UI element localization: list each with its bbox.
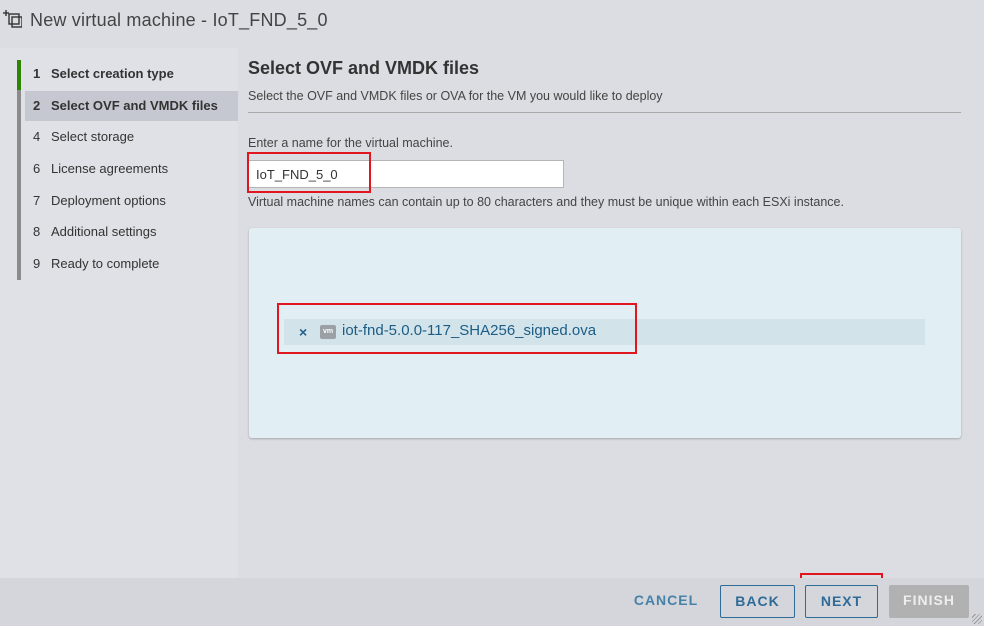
resize-grip-icon[interactable] (972, 614, 982, 624)
step-number: 1 (33, 66, 41, 81)
steps-rail (17, 60, 21, 280)
step-label: Additional settings (51, 224, 157, 239)
step-select-storage[interactable]: 4 Select storage (25, 122, 238, 152)
step-number: 4 (33, 129, 41, 144)
step-deployment-options[interactable]: 7 Deployment options (25, 186, 238, 216)
vm-name-input[interactable] (248, 160, 564, 188)
vm-file-icon: vm (320, 325, 336, 339)
step-number: 6 (33, 161, 41, 176)
step-number: 7 (33, 193, 41, 208)
title-bar: New virtual machine - IoT_FND_5_0 (0, 0, 984, 44)
new-vm-icon (3, 10, 22, 28)
step-number: 9 (33, 256, 41, 271)
header-divider (248, 112, 961, 113)
file-name: iot-fnd-5.0.0-117_SHA256_signed.ova (342, 322, 597, 339)
next-button[interactable]: NEXT (805, 585, 878, 618)
window-title: New virtual machine - IoT_FND_5_0 (30, 10, 328, 30)
step-ready-to-complete[interactable]: 9 Ready to complete (25, 249, 238, 279)
remove-file-icon[interactable]: × (299, 324, 311, 340)
back-button[interactable]: BACK (720, 585, 795, 618)
step-number: 8 (33, 224, 41, 239)
step-additional-settings[interactable]: 8 Additional settings (25, 217, 238, 247)
step-license-agreements[interactable]: 6 License agreements (25, 154, 238, 184)
step-label: Deployment options (51, 193, 166, 208)
finish-button[interactable]: FINISH (889, 585, 969, 618)
vm-name-label: Enter a name for the virtual machine. (248, 136, 453, 150)
step-label: License agreements (51, 161, 169, 176)
step-select-ovf-vmdk-files[interactable]: 2 Select OVF and VMDK files (25, 91, 238, 121)
step-number: 2 (33, 98, 41, 113)
step-select-creation-type[interactable]: 1 Select creation type (25, 59, 238, 89)
step-label: Select creation type (51, 66, 174, 81)
cancel-button[interactable]: CANCEL (628, 585, 704, 618)
page-subtitle: Select the OVF and VMDK files or OVA for… (248, 89, 663, 103)
page-title: Select OVF and VMDK files (248, 58, 480, 78)
step-label: Select OVF and VMDK files (51, 98, 218, 113)
active-step-marker (17, 60, 21, 90)
step-label: Ready to complete (51, 256, 160, 271)
step-label: Select storage (51, 129, 135, 144)
vm-name-help-text: Virtual machine names can contain up to … (248, 195, 844, 209)
